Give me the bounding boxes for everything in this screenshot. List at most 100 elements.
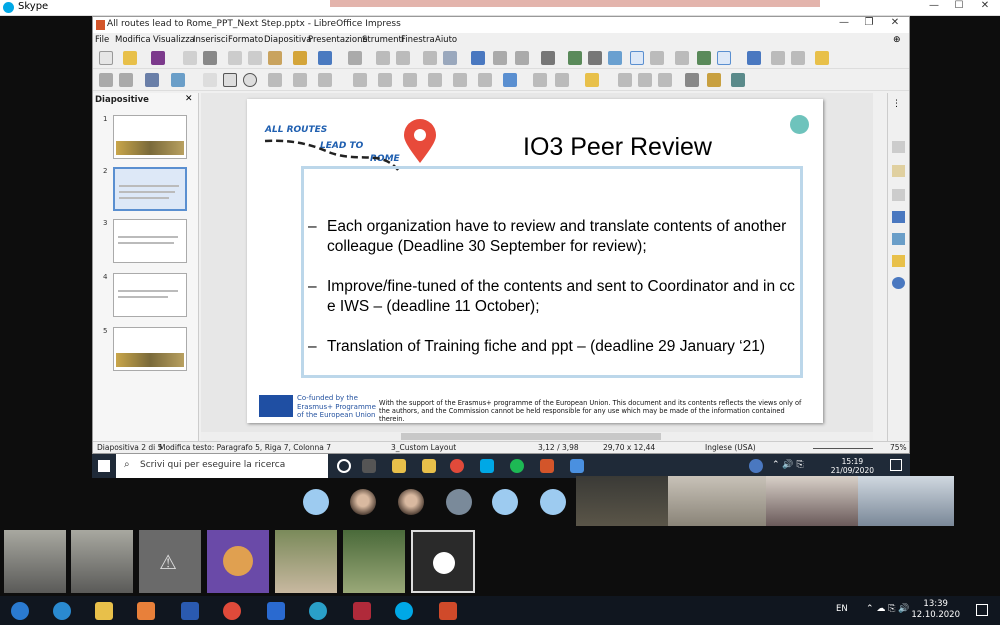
redo-icon[interactable]: [348, 51, 362, 65]
shadow-icon[interactable]: [618, 73, 632, 87]
restore-icon[interactable]: ❐: [856, 17, 882, 28]
select-icon[interactable]: [99, 73, 113, 87]
find-replace-icon[interactable]: [376, 51, 390, 65]
edge-icon[interactable]: [300, 598, 336, 624]
styles-icon[interactable]: [892, 233, 905, 245]
participant-avatar[interactable]: [398, 489, 424, 515]
align-icon[interactable]: [555, 73, 569, 87]
close-icon[interactable]: ✕: [971, 0, 999, 11]
master-slide-icon[interactable]: [471, 51, 485, 65]
special-character-icon[interactable]: [650, 51, 664, 65]
flowchart-icon[interactable]: [428, 73, 442, 87]
participant-avatar[interactable]: [350, 489, 376, 515]
fontwork-icon[interactable]: [675, 51, 689, 65]
export-pdf-icon[interactable]: [183, 51, 197, 65]
rotate-icon[interactable]: [533, 73, 547, 87]
glue-icon[interactable]: [707, 73, 721, 87]
toggle-points-icon[interactable]: [685, 73, 699, 87]
delete-slide-icon[interactable]: [791, 51, 805, 65]
windows-clock[interactable]: 13:39 12.10.2020: [911, 599, 960, 621]
menu-presentazione[interactable]: Presentazione: [308, 35, 368, 45]
zoom-icon[interactable]: [119, 73, 133, 87]
skype-icon[interactable]: [386, 598, 422, 624]
language-status[interactable]: Inglese (USA): [705, 443, 756, 452]
task-view-icon[interactable]: [362, 459, 376, 473]
3d-objects-icon[interactable]: [503, 73, 517, 87]
participant-avatar[interactable]: [446, 489, 472, 515]
menu-strumenti[interactable]: Strumenti: [362, 35, 404, 45]
menu-diapositiva[interactable]: Diapositiva: [264, 35, 311, 45]
ie-icon[interactable]: [44, 598, 80, 624]
arrange-icon[interactable]: [585, 73, 599, 87]
new-icon[interactable]: [99, 51, 113, 65]
store-icon[interactable]: [422, 459, 436, 473]
globe-icon[interactable]: ⊕: [893, 35, 901, 45]
folder-icon[interactable]: [86, 598, 122, 624]
video-tile[interactable]: [71, 530, 133, 593]
start-slideshow-icon[interactable]: [493, 51, 507, 65]
chrome-icon[interactable]: [450, 459, 464, 473]
stars-icon[interactable]: [478, 73, 492, 87]
cortana-icon[interactable]: [337, 459, 351, 473]
video-tile-selected[interactable]: [411, 530, 475, 593]
slide-icon[interactable]: [515, 51, 529, 65]
notifications-icon[interactable]: [976, 604, 988, 616]
more-options-icon[interactable]: ⋮: [892, 99, 901, 109]
save-icon[interactable]: [151, 51, 165, 65]
paste-icon[interactable]: [268, 51, 282, 65]
media-player-icon[interactable]: [128, 598, 164, 624]
filter-icon[interactable]: [658, 73, 672, 87]
video-tile[interactable]: [343, 530, 405, 593]
minimize-icon[interactable]: —: [920, 0, 948, 11]
media-icon[interactable]: [588, 51, 602, 65]
display-views-icon[interactable]: [443, 51, 457, 65]
folder-icon[interactable]: [392, 459, 406, 473]
writer-icon[interactable]: [570, 459, 584, 473]
word-icon[interactable]: [172, 598, 208, 624]
duplicate-slide-icon[interactable]: [771, 51, 785, 65]
slide-transition-icon[interactable]: [892, 165, 905, 177]
extrusion-icon[interactable]: [731, 73, 745, 87]
gallery-icon[interactable]: [892, 255, 905, 267]
powerpoint-icon[interactable]: [430, 598, 466, 624]
windows-start-icon[interactable]: [98, 460, 110, 472]
play-icon[interactable]: [433, 552, 455, 574]
chart-icon[interactable]: [608, 51, 622, 65]
draw-functions-icon[interactable]: [717, 51, 731, 65]
horizontal-scrollbar[interactable]: [201, 432, 873, 441]
help-icon[interactable]: [749, 459, 763, 473]
spelling-icon[interactable]: [396, 51, 410, 65]
master-slides-icon[interactable]: [892, 211, 905, 223]
line-color-icon[interactable]: [145, 73, 159, 87]
menu-formato[interactable]: Formato: [228, 35, 263, 45]
minimize-icon[interactable]: —: [831, 17, 857, 28]
cut-icon[interactable]: [228, 51, 242, 65]
clone-formatting-icon[interactable]: [293, 51, 307, 65]
video-tile[interactable]: [4, 530, 66, 593]
menu-modifica[interactable]: Modifica: [115, 35, 151, 45]
open-icon[interactable]: [123, 51, 137, 65]
lines-arrows-icon[interactable]: [268, 73, 282, 87]
basic-shapes-icon[interactable]: [353, 73, 367, 87]
slide[interactable]: ALL ROUTES LEAD TO ROME IO3 Peer Review …: [247, 99, 823, 423]
slide-title[interactable]: IO3 Peer Review: [523, 133, 712, 162]
animation-icon[interactable]: [892, 189, 905, 201]
windows-start-icon[interactable]: [2, 598, 38, 624]
participant-video[interactable]: [576, 476, 668, 526]
menu-visualizza[interactable]: Visualizza: [153, 35, 195, 45]
bullet-textbox[interactable]: – Each organization have to review and tr…: [301, 166, 803, 378]
participant-avatar[interactable]: [492, 489, 518, 515]
participant-avatar[interactable]: [540, 489, 566, 515]
maximize-icon[interactable]: ☐: [945, 0, 973, 11]
participant-video[interactable]: [766, 476, 858, 526]
impress-icon[interactable]: [540, 459, 554, 473]
image-icon[interactable]: [568, 51, 582, 65]
video-tile[interactable]: [207, 530, 269, 593]
outlook-icon[interactable]: [258, 598, 294, 624]
chrome-icon[interactable]: [214, 598, 250, 624]
language-indicator[interactable]: EN: [836, 604, 848, 614]
menu-inserisci[interactable]: Inserisci: [193, 35, 228, 45]
remote-search-box[interactable]: ⌕ Scrivi qui per eseguire la ricerca: [116, 454, 328, 478]
line-icon[interactable]: [203, 73, 217, 87]
menu-finestra[interactable]: Finestra: [401, 35, 435, 45]
